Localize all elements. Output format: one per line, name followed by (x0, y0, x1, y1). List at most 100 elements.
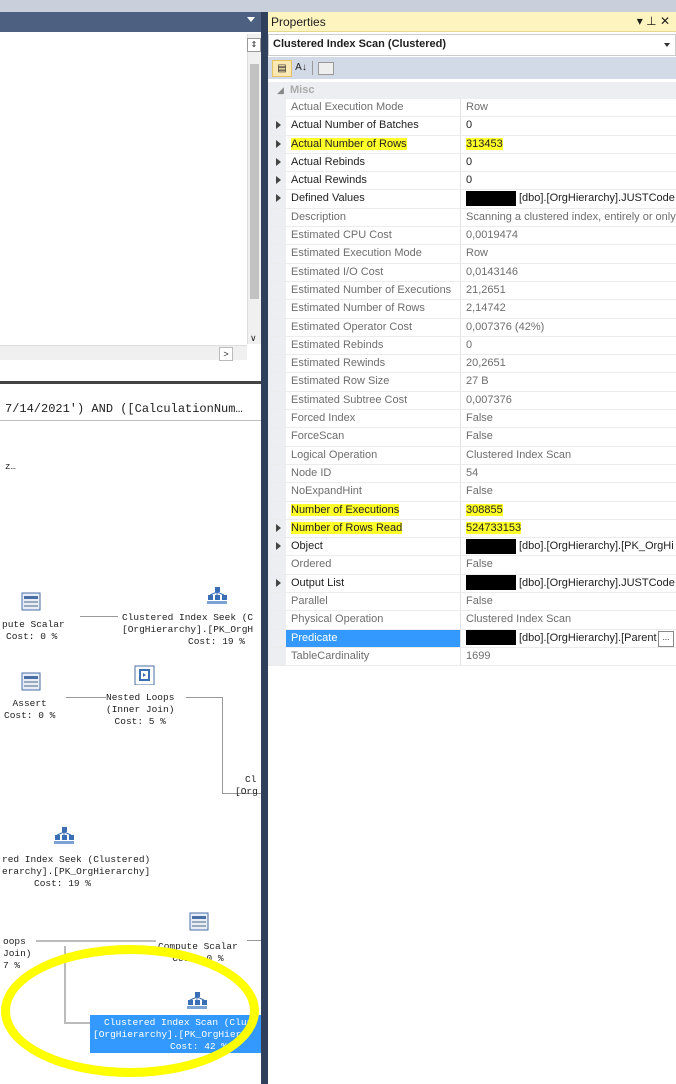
row-gutter (268, 245, 286, 263)
property-name: Logical Operation (286, 446, 461, 464)
property-value[interactable]: False (462, 556, 676, 573)
property-value[interactable]: 27 B (462, 373, 676, 390)
property-row[interactable]: Estimated Subtree Cost 0,007376 (268, 391, 676, 411)
property-value[interactable]: 308855 (462, 502, 676, 519)
chevron-down-icon[interactable] (247, 17, 255, 22)
properties-title: Properties (271, 15, 326, 29)
property-value[interactable]: 20,2651 (462, 355, 676, 372)
property-value[interactable]: 0 (462, 154, 676, 171)
expand-arrow-icon[interactable] (276, 139, 281, 148)
property-row[interactable]: Actual Number of Rows 313453 (268, 135, 676, 154)
property-row[interactable]: Estimated Row Size 27 B (268, 373, 676, 392)
nested-loops-label: Nested Loops (Inner Join) Cost: 5 % (106, 692, 175, 727)
property-row[interactable]: Estimated I/O Cost 0,0143146 (268, 263, 676, 282)
property-value[interactable]: False (462, 410, 676, 427)
property-value[interactable]: [dbo].[OrgHierarchy].JUSTCode (462, 575, 676, 592)
expand-arrow-icon[interactable] (276, 176, 281, 185)
redaction-block (466, 630, 516, 646)
property-row[interactable]: TableCardinality 1699 (268, 647, 676, 667)
property-row[interactable]: Ordered False (268, 556, 676, 575)
property-value[interactable]: 524733153 (462, 520, 676, 537)
property-value[interactable]: 0,007376 (462, 392, 676, 409)
property-value[interactable]: Scanning a clustered index, entirely or … (462, 209, 676, 226)
object-selector[interactable]: Clustered Index Scan (Clustered) (268, 34, 676, 56)
expand-arrow-icon[interactable] (276, 542, 281, 551)
property-value[interactable]: [dbo].[OrgHierarchy].JUSTCode (462, 190, 676, 207)
property-pages-icon[interactable] (318, 62, 334, 75)
property-row[interactable]: Estimated Execution Mode Row (268, 245, 676, 264)
split-icon[interactable]: ⇕ (247, 38, 261, 52)
property-row[interactable]: Output List [dbo].[OrgHierarchy].JUSTCode (268, 574, 676, 594)
ellipsis-button[interactable]: ... (658, 630, 674, 647)
property-row[interactable]: Actual Execution Mode Row (268, 99, 676, 118)
query-editor[interactable] (0, 32, 262, 362)
property-row[interactable]: Object [dbo].[OrgHierarchy].[PK_OrgHi (268, 538, 676, 557)
property-row[interactable]: Node ID 54 (268, 464, 676, 484)
property-value[interactable]: 0 (462, 172, 676, 189)
property-row[interactable]: Defined Values [dbo].[OrgHierarchy].JUSTC… (268, 190, 676, 209)
property-row[interactable]: Forced Index False (268, 410, 676, 429)
property-value[interactable]: 0 (462, 337, 676, 354)
property-row[interactable]: Estimated Operator Cost 0,007376 (42%) (268, 318, 676, 337)
property-value[interactable]: False (462, 593, 676, 610)
property-row[interactable]: Number of Executions 308855 (268, 501, 676, 520)
scrollbar-thumb[interactable] (250, 64, 259, 299)
property-value[interactable]: 0,007376 (42%) (462, 319, 676, 336)
collapse-icon[interactable]: ◢ (277, 85, 284, 96)
property-value[interactable]: Row (462, 99, 676, 116)
expand-arrow-icon[interactable] (276, 121, 281, 130)
alphabetical-sort-icon[interactable]: A↓ (292, 60, 310, 75)
row-gutter (268, 556, 286, 574)
expand-arrow-icon[interactable] (276, 523, 281, 532)
property-row[interactable]: Actual Rewinds 0 (268, 172, 676, 191)
property-row[interactable]: ForceScan False (268, 428, 676, 447)
property-row[interactable]: Number of Rows Read 524733153 (268, 519, 676, 539)
editor-horizontal-scrollbar[interactable]: > (0, 345, 247, 361)
property-value[interactable]: 21,2651 (462, 282, 676, 299)
property-value[interactable]: [dbo].[OrgHierarchy].[Parent... (462, 630, 676, 647)
property-row[interactable]: NoExpandHint False (268, 483, 676, 502)
redaction-block (466, 575, 516, 591)
assert-label: Assert Cost: 0 % (4, 698, 56, 721)
property-row[interactable]: Estimated Rebinds 0 (268, 336, 676, 356)
row-gutter (268, 647, 286, 666)
pane-divider[interactable] (261, 12, 268, 1084)
property-row[interactable]: Estimated Number of Rows 2,14742 (268, 300, 676, 319)
property-row[interactable]: Predicate [dbo].[OrgHierarchy].[Parent... (268, 629, 676, 648)
property-value[interactable]: [dbo].[OrgHierarchy].[PK_OrgHi (462, 538, 676, 555)
property-row[interactable]: Estimated CPU Cost 0,0019474 (268, 227, 676, 246)
property-row[interactable]: Actual Rebinds 0 (268, 153, 676, 173)
property-row[interactable]: Estimated Number of Executions 21,2651 (268, 281, 676, 301)
property-value-text: 27 B (466, 375, 489, 388)
property-value[interactable]: False (462, 428, 676, 445)
property-row[interactable]: Actual Number of Batches 0 (268, 117, 676, 136)
property-value[interactable]: Row (462, 245, 676, 262)
row-gutter (268, 281, 286, 300)
expand-arrow-icon[interactable] (276, 157, 281, 166)
property-value[interactable]: 2,14742 (462, 300, 676, 317)
property-row[interactable]: Estimated Rewinds 20,2651 (268, 355, 676, 374)
property-value[interactable]: 1699 (462, 648, 676, 665)
expand-arrow-icon[interactable] (276, 578, 281, 587)
property-row[interactable]: Logical Operation Clustered Index Scan (268, 446, 676, 465)
categorized-icon[interactable]: ▤ (272, 60, 292, 77)
property-value[interactable]: 54 (462, 465, 676, 482)
expand-arrow-icon[interactable] (276, 194, 281, 203)
property-row[interactable]: Physical Operation Clustered Index Scan (268, 611, 676, 630)
pane-separator[interactable] (0, 381, 261, 384)
property-value[interactable]: Clustered Index Scan (462, 611, 676, 628)
property-row[interactable]: Description Scanning a clustered index, e… (268, 208, 676, 228)
property-value[interactable]: 0,0143146 (462, 264, 676, 281)
property-value[interactable]: 313453 (462, 136, 676, 153)
chevron-down-icon[interactable] (664, 43, 670, 47)
property-value[interactable]: Clustered Index Scan (462, 447, 676, 464)
category-misc[interactable]: ◢ Misc (268, 82, 676, 99)
property-value[interactable]: 0,0019474 (462, 227, 676, 244)
scroll-down-icon[interactable]: ∨ (250, 333, 257, 344)
property-row[interactable]: Parallel False (268, 593, 676, 612)
editor-vertical-scrollbar[interactable] (247, 34, 261, 344)
property-value[interactable]: False (462, 483, 676, 500)
property-value[interactable]: 0 (462, 117, 676, 134)
panel-controls[interactable]: ▾ ⊥ ✕ (637, 14, 670, 28)
scroll-right-icon[interactable]: > (219, 347, 233, 361)
